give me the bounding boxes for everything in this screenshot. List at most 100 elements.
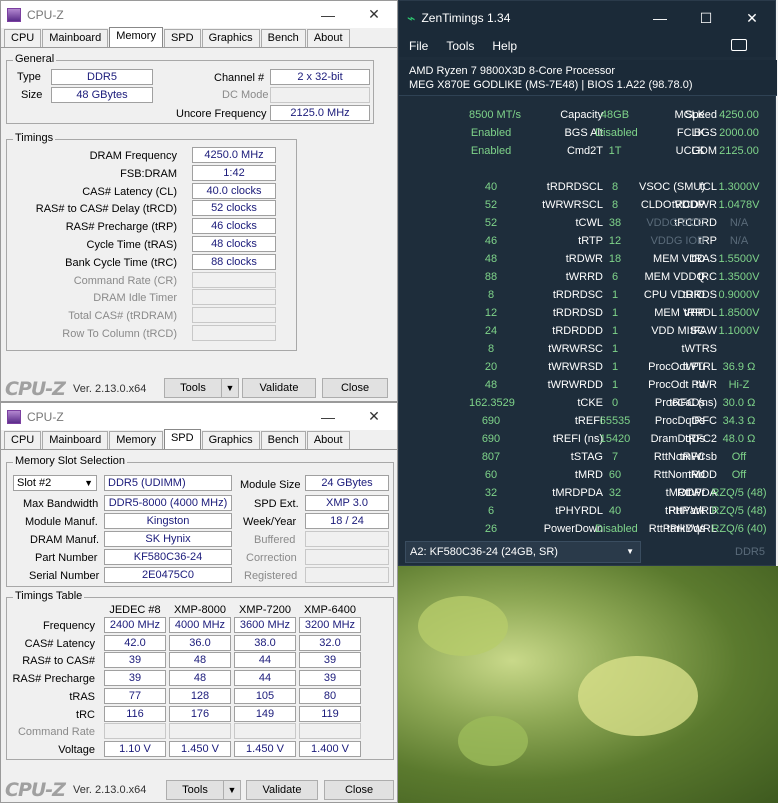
timing-value: 2000.00 xyxy=(719,127,759,139)
tab-cpu[interactable]: CPU xyxy=(4,431,42,449)
table-cell: 1.450 V xyxy=(169,740,231,757)
table-cell: 3200 MHz xyxy=(299,617,361,633)
table-column-header: XMP-7200 xyxy=(239,604,291,616)
timing-label: CPU VDDIO xyxy=(643,289,705,301)
timing-value: 30.0 Ω xyxy=(722,397,756,409)
validate-button[interactable]: Validate xyxy=(246,780,318,800)
close-window-button[interactable]: ✕ xyxy=(351,408,397,425)
table-cell xyxy=(104,723,166,740)
tools-dropdown-icon[interactable]: ▼ xyxy=(221,378,239,398)
cpuz-spd-window: CPU-Z — ✕ CPU Mainboard Memory SPD Graph… xyxy=(0,402,398,803)
tab-spd[interactable]: SPD xyxy=(163,429,201,449)
title-bar: ⌁ ZenTimings 1.34 — ☐ ✕ xyxy=(399,1,775,35)
table-cell: 38.0 xyxy=(234,634,296,651)
timing-label: VDDG IOD xyxy=(650,235,705,247)
minimize-button[interactable]: — xyxy=(305,409,351,425)
menu-help[interactable]: Help xyxy=(492,39,517,53)
minimize-button[interactable]: — xyxy=(305,7,351,23)
tools-button[interactable]: Tools xyxy=(166,780,224,800)
part-number-value: KF580C36-24 xyxy=(104,549,232,565)
timing-label: VDD MISC xyxy=(651,325,705,337)
registered-value xyxy=(305,567,389,583)
part-number-label: Part Number xyxy=(35,552,98,564)
title-bar: CPU-Z — ✕ xyxy=(1,1,397,28)
ddr-label: DDR5 xyxy=(735,546,765,558)
tab-about[interactable]: About xyxy=(306,29,350,47)
timing-value: 8 xyxy=(611,199,619,211)
timing-value: 26 xyxy=(484,523,498,535)
timing-label: DRAM Frequency xyxy=(89,150,177,162)
tab-bench[interactable]: Bench xyxy=(260,29,306,47)
timing-value: Enabled xyxy=(470,145,512,157)
minimize-button[interactable]: — xyxy=(637,10,683,26)
tab-memory[interactable]: Memory xyxy=(109,431,163,449)
timing-value: 1 xyxy=(611,307,619,319)
timing-value: 7 xyxy=(611,451,619,463)
timing-label: Bank Cycle Time (tRC) xyxy=(65,256,177,269)
menu-file[interactable]: File xyxy=(409,39,428,53)
tab-about[interactable]: About xyxy=(306,431,350,449)
group-label: Timings xyxy=(13,132,56,144)
table-cell: 149 xyxy=(234,705,296,722)
table-cell: 39 xyxy=(104,652,166,669)
timing-label: RttPark xyxy=(668,505,705,517)
timing-label: ProcOdt Pd xyxy=(648,379,705,391)
tab-bench[interactable]: Bench xyxy=(260,431,306,449)
timing-value: 46 xyxy=(484,235,498,247)
timing-value: 1 xyxy=(611,343,619,355)
title-bar: CPU-Z — ✕ xyxy=(1,403,397,430)
slot-select[interactable]: Slot #2 ▼ xyxy=(13,475,97,491)
tab-mainboard[interactable]: Mainboard xyxy=(42,29,109,47)
timing-value: 48 clocks xyxy=(192,236,276,252)
timing-value: 1.1000V xyxy=(718,325,760,337)
tab-graphics[interactable]: Graphics xyxy=(201,29,260,47)
size-label: Size xyxy=(21,89,43,101)
timing-label: Row To Column (tRCD) xyxy=(62,328,177,340)
timing-label: tWTRS xyxy=(681,343,717,355)
timing-value: 1.8500V xyxy=(718,307,760,319)
close-window-button[interactable]: ✕ xyxy=(729,10,775,27)
week-year-value: 18 / 24 xyxy=(305,513,389,529)
timing-value: 6 xyxy=(487,505,495,517)
camera-icon[interactable] xyxy=(731,39,747,51)
timing-value: 65535 xyxy=(599,415,631,427)
module-size-value: 24 GBytes xyxy=(305,475,389,491)
dimm-select[interactable]: A2: KF580C36-24 (24GB, SR) ▼ xyxy=(405,541,641,563)
table-cell: 77 xyxy=(104,687,166,704)
timing-value: 32 xyxy=(608,487,622,499)
timing-value: 60 xyxy=(484,469,498,481)
tab-mainboard[interactable]: Mainboard xyxy=(42,431,109,449)
timing-label: CLDO VDDP xyxy=(640,199,705,211)
close-window-button[interactable]: ✕ xyxy=(351,6,397,23)
tab-cpu[interactable]: CPU xyxy=(4,29,42,47)
table-cell: 4000 MHz xyxy=(169,617,231,633)
close-button[interactable]: Close xyxy=(324,780,394,800)
maximize-button[interactable]: ☐ xyxy=(683,10,729,27)
desktop-wallpaper xyxy=(398,566,778,803)
validate-button[interactable]: Validate xyxy=(242,378,316,398)
channel-label: Channel # xyxy=(214,72,265,84)
uncore-label: Uncore Frequency xyxy=(176,108,267,120)
timing-value: 52 xyxy=(484,199,498,211)
close-button[interactable]: Close xyxy=(322,378,388,398)
timing-value: 8500 MT/s xyxy=(469,109,521,121)
timing-label: RttNomRd xyxy=(653,469,705,481)
group-label: General xyxy=(13,53,57,65)
timing-value: RZQ/5 (48) xyxy=(711,487,767,499)
table-row-label: RAS# to CAS# xyxy=(22,655,95,668)
menu-tools[interactable]: Tools xyxy=(446,39,474,53)
timing-value: N/A xyxy=(729,235,749,247)
timing-value: 1:42 xyxy=(192,164,276,181)
timing-label: RAS# to CAS# Delay (tRCD) xyxy=(35,203,177,216)
tools-dropdown-icon[interactable]: ▼ xyxy=(223,780,241,800)
group-label: Memory Slot Selection xyxy=(13,455,128,467)
tools-button[interactable]: Tools xyxy=(164,378,222,398)
timing-value xyxy=(192,289,276,306)
timing-value: 18 xyxy=(608,253,622,265)
tab-memory[interactable]: Memory xyxy=(109,27,163,47)
tab-graphics[interactable]: Graphics xyxy=(201,431,260,449)
tab-spd[interactable]: SPD xyxy=(163,29,201,47)
slot-select-value: Slot #2 xyxy=(17,477,52,489)
timing-value: 40 xyxy=(484,181,498,193)
table-cell xyxy=(299,723,361,740)
